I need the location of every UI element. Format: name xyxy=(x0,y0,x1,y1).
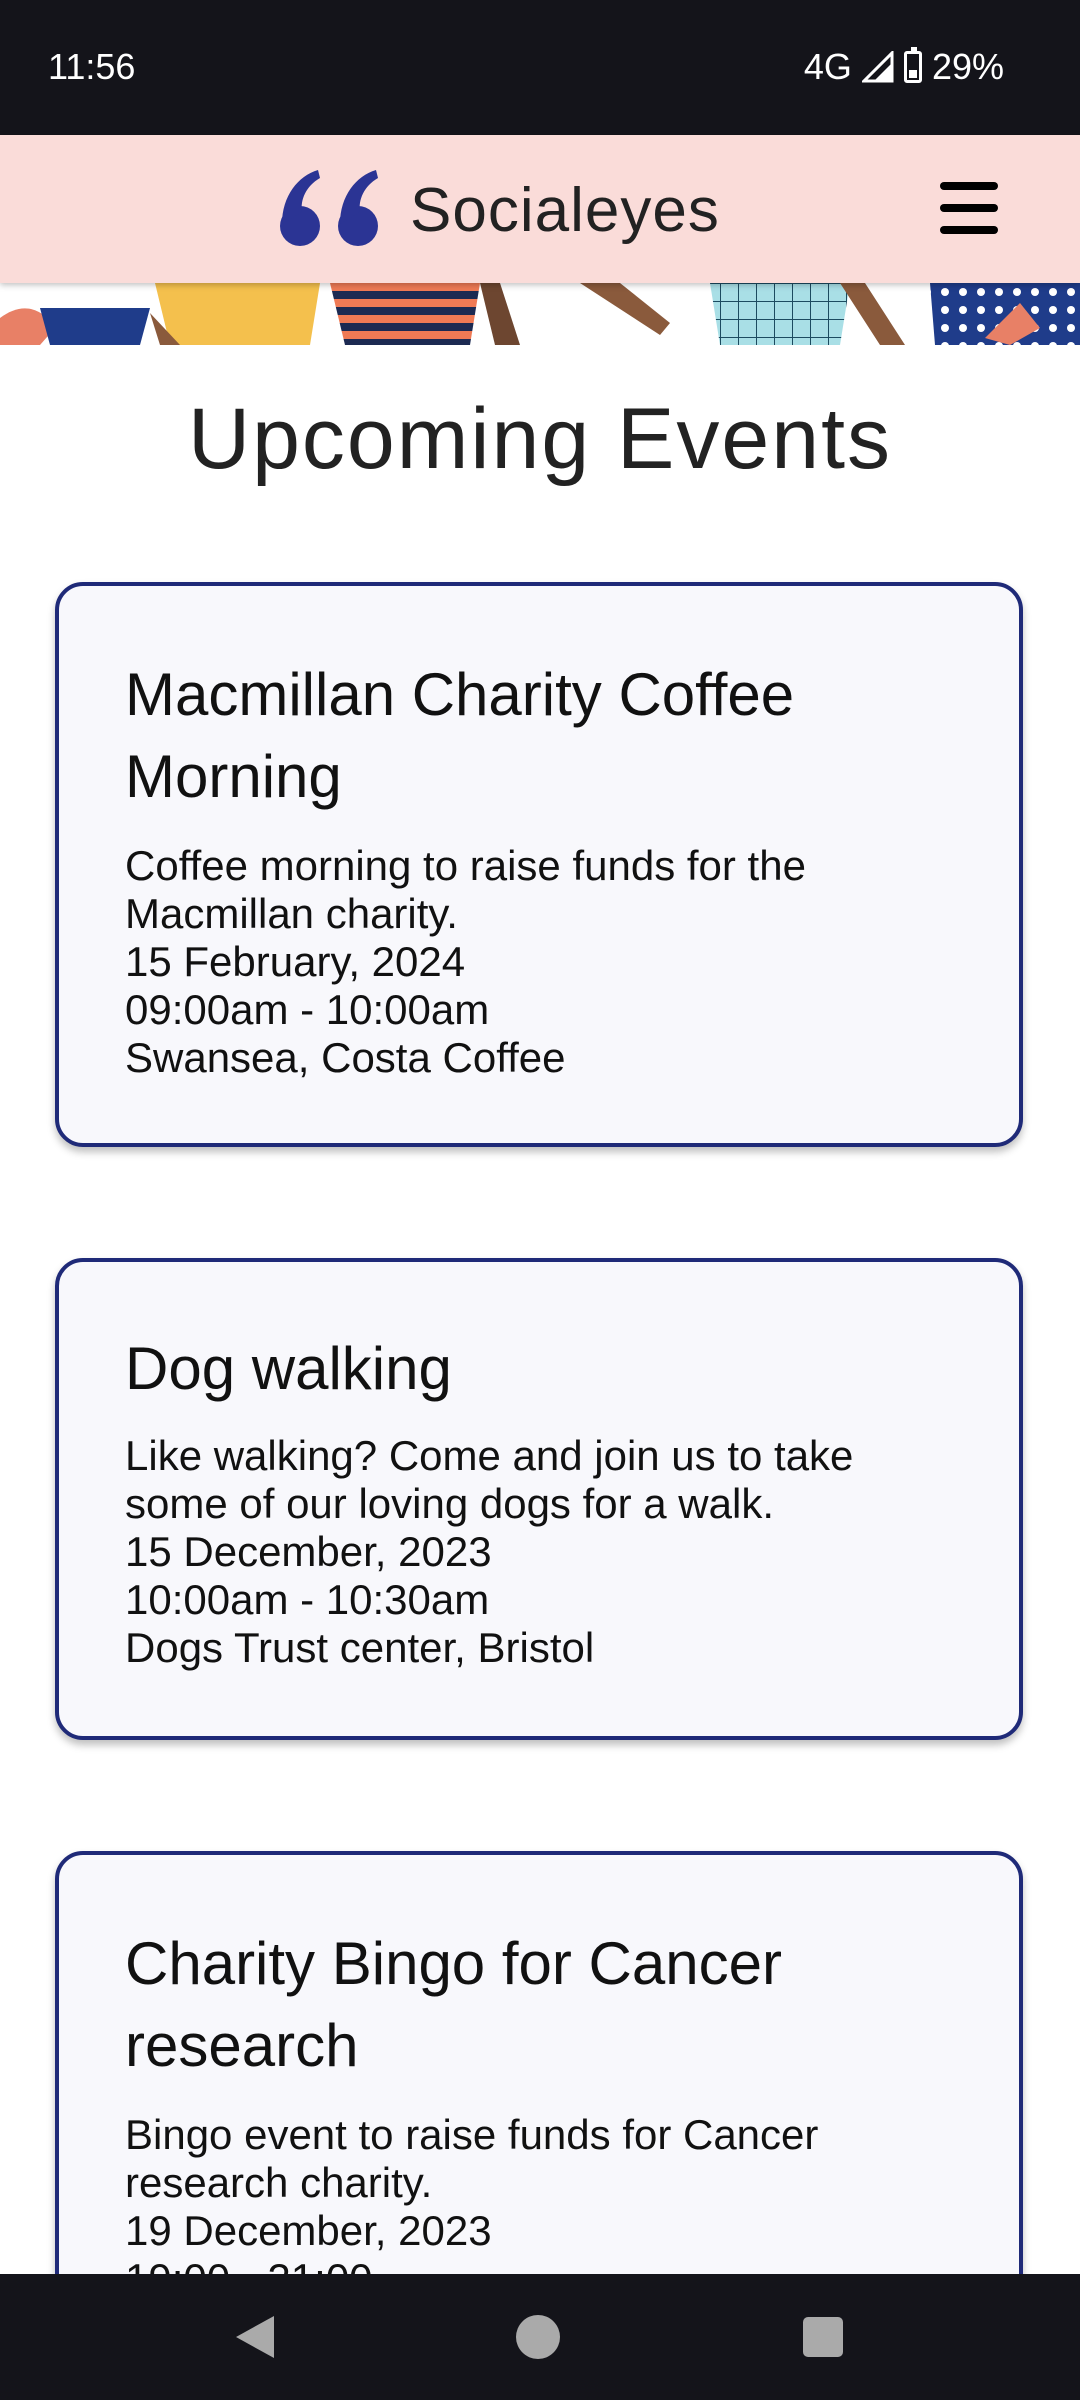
event-details: Like walking? Come and join us to take s… xyxy=(125,1432,959,1672)
event-location: Dogs Trust center, Bristol xyxy=(125,1624,595,1671)
logo-text: Socialeyes xyxy=(410,175,720,245)
event-details: Coffee morning to raise funds for the Ma… xyxy=(125,842,959,1082)
app-logo[interactable]: Socialeyes xyxy=(274,168,720,252)
event-title: Charity Bingo for Cancer research xyxy=(125,1930,782,2079)
event-date: 15 February, 2024 xyxy=(125,938,466,985)
recent-apps-icon[interactable] xyxy=(803,2317,843,2357)
event-date: 19 December, 2023 xyxy=(125,2207,492,2254)
event-description: Like walking? Come and join us to take s… xyxy=(125,1432,854,1527)
status-icons: 4G 29% xyxy=(804,46,1004,88)
back-icon[interactable] xyxy=(236,2316,274,2358)
event-title: Macmillan Charity Coffee Morning xyxy=(125,661,795,810)
people-illustration-icon xyxy=(0,283,1080,345)
status-time: 11:56 xyxy=(48,46,136,87)
event-card[interactable]: Macmillan Charity Coffee Morning Coffee … xyxy=(55,582,1023,1147)
event-card[interactable]: Dog walking Like walking? Come and join … xyxy=(55,1258,1023,1740)
signal-icon xyxy=(861,51,894,83)
event-description: Coffee morning to raise funds for the Ma… xyxy=(125,842,806,937)
battery-level: 29% xyxy=(931,46,1004,87)
status-bar: 11:56 4G 29% xyxy=(0,0,1080,135)
event-title: Dog walking xyxy=(125,1335,452,1402)
event-date: 15 December, 2023 xyxy=(125,1528,492,1575)
home-icon[interactable] xyxy=(516,2315,560,2359)
hamburger-menu-icon[interactable] xyxy=(940,182,998,234)
battery-icon xyxy=(903,47,922,83)
event-time: 10:00am - 10:30am xyxy=(125,1576,490,1623)
quote-mark-logo-icon xyxy=(280,170,378,246)
page-title: Upcoming Events xyxy=(188,391,892,487)
network-type: 4G xyxy=(803,46,852,87)
event-location: Swansea, Costa Coffee xyxy=(125,1034,566,1081)
event-time: 09:00am - 10:00am xyxy=(125,986,490,1033)
event-description: Bingo event to raise funds for Cancer re… xyxy=(125,2111,819,2206)
header-banner-illustration xyxy=(0,283,1080,345)
